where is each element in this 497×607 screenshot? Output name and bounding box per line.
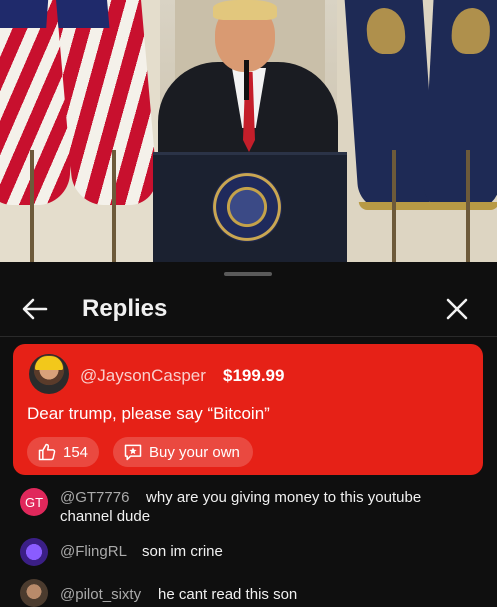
flag-pole	[30, 150, 34, 262]
reply-author[interactable]: @pilot_sixty	[60, 586, 141, 603]
super-chat-message: Dear trump, please say “Bitcoin”	[27, 404, 270, 423]
avatar[interactable]	[29, 354, 69, 394]
super-chat-author[interactable]: @JaysonCasper	[80, 366, 206, 386]
reply-message: why are you giving money to this youtube	[146, 489, 422, 506]
super-chat-amount: $199.99	[223, 366, 285, 385]
like-count: 154	[63, 443, 89, 461]
buy-your-own-label: Buy your own	[149, 443, 240, 461]
super-chat-card: @JaysonCasper $199.99 Dear trump, please…	[13, 344, 483, 475]
video-player[interactable]	[0, 0, 497, 262]
buy-your-own-button[interactable]: Buy your own	[113, 437, 253, 467]
close-button[interactable]	[442, 294, 472, 324]
thumbs-up-icon	[38, 443, 56, 461]
flag-pole	[466, 150, 470, 262]
speaker-hair	[213, 0, 277, 20]
presidential-seal	[212, 172, 282, 242]
microphone	[244, 60, 249, 100]
arrow-left-icon	[22, 298, 48, 320]
reply-message: he cant read this son	[158, 586, 298, 603]
drag-handle[interactable]	[224, 272, 272, 276]
super-chat-icon	[124, 444, 142, 461]
close-icon	[446, 298, 468, 320]
avatar[interactable]: GT	[20, 488, 48, 516]
sheet-title: Replies	[82, 295, 168, 322]
reply-author[interactable]: @GT7776	[60, 489, 129, 506]
us-flag	[56, 0, 159, 205]
flag-pole	[112, 150, 116, 262]
avatar[interactable]	[20, 538, 48, 566]
replies-sheet: Replies @JaysonCasper $199.99 Dear trump…	[0, 262, 497, 607]
presidential-flag	[422, 0, 497, 210]
back-button[interactable]	[20, 294, 50, 324]
reply-message-continued: channel dude	[60, 508, 151, 525]
like-button[interactable]: 154	[27, 437, 99, 467]
flag-pole	[392, 150, 396, 262]
sheet-header: Replies	[0, 284, 497, 336]
reply-message: son im crine	[142, 543, 223, 560]
reply-author[interactable]: @FlingRL	[60, 543, 127, 560]
divider	[0, 336, 497, 337]
avatar[interactable]	[20, 579, 48, 607]
